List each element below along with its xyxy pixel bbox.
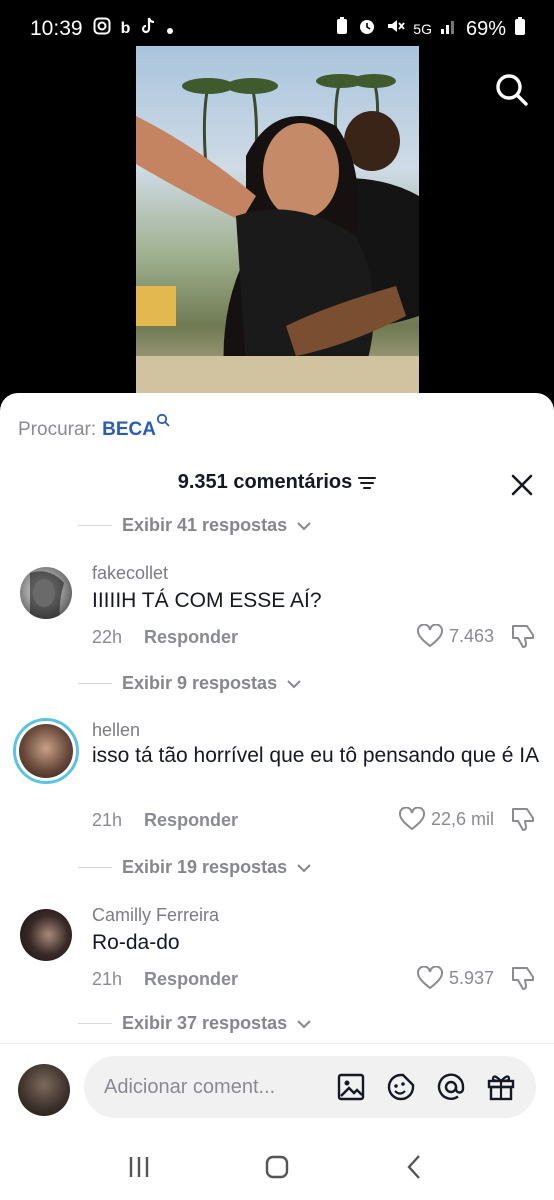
comment-input-placeholder[interactable]: Adicionar coment... [104, 1076, 336, 1099]
comment-input[interactable]: Adicionar coment... [84, 1056, 536, 1118]
thumbs-down-icon[interactable] [510, 623, 536, 649]
chevron-down-icon [297, 863, 311, 872]
comment-username[interactable]: fakecollet [92, 563, 168, 584]
video-player[interactable] [0, 46, 554, 398]
reply-button[interactable]: Responder [144, 969, 238, 990]
avatar[interactable] [20, 909, 72, 961]
view-replies-label: Exibir 41 respostas [122, 515, 288, 535]
view-replies-label: Exibir 19 respostas [122, 857, 288, 877]
comment-username[interactable]: hellen [92, 720, 140, 741]
signal-icon [440, 17, 458, 41]
mute-icon [385, 16, 405, 42]
recent-apps-icon[interactable] [125, 1153, 153, 1181]
like-count: 22,6 mil [430, 808, 494, 829]
view-replies-label: Exibir 37 respostas [122, 1013, 288, 1033]
comment-meta: 22h Responder [92, 627, 238, 648]
heart-icon[interactable] [398, 807, 425, 831]
divider-line [78, 1023, 112, 1024]
image-icon[interactable] [336, 1072, 366, 1102]
chevron-down-icon [287, 679, 301, 688]
search-suggestion-keyword[interactable]: BECA [102, 419, 156, 441]
like-count: 7.463 [448, 625, 494, 646]
heart-icon[interactable] [416, 966, 443, 990]
avatar-story-ring[interactable] [13, 718, 79, 784]
comment-age: 21h [92, 810, 123, 830]
home-icon[interactable] [263, 1153, 291, 1181]
divider-line [78, 683, 112, 684]
search-suggestion[interactable]: Procurar: BECA [18, 413, 176, 441]
avatar[interactable] [20, 567, 72, 619]
battery-icon [514, 16, 526, 42]
comments-header: 9.351 comentários [0, 471, 554, 501]
comment-input-bar: Adicionar coment... [0, 1043, 554, 1133]
comment-text: isso tá tão horrível que eu tô pensando … [92, 744, 540, 767]
back-icon[interactable] [401, 1153, 429, 1181]
sort-filter-icon[interactable] [358, 476, 377, 490]
comment-text: Ro-da-do [92, 931, 180, 954]
comment-actions: 7.463 [416, 623, 536, 649]
divider-line [78, 525, 112, 526]
network-type: 5G [413, 21, 432, 37]
status-bar-left: 10:39 b [30, 17, 174, 41]
tiktok-icon [140, 17, 156, 41]
comment-actions: 5.937 [416, 965, 536, 991]
avatar [19, 724, 73, 778]
comment-text: IIIIIH TÁ COM ESSE AÍ? [92, 589, 322, 612]
instagram-icon [93, 17, 111, 41]
view-replies-toggle[interactable]: Exibir 19 respostas [78, 857, 311, 878]
chevron-down-icon [297, 1019, 311, 1028]
comments-count-label: 9.351 comentários [177, 471, 353, 493]
sticker-icon[interactable] [386, 1072, 416, 1102]
close-icon[interactable] [510, 473, 534, 497]
comment-username[interactable]: Camilly Ferreira [92, 905, 219, 926]
comment-meta: 21h Responder [92, 810, 238, 831]
comment-meta: 21h Responder [92, 969, 238, 990]
comments-count[interactable]: 9.351 comentários [178, 471, 377, 494]
view-replies-toggle[interactable]: Exibir 37 respostas [78, 1013, 311, 1034]
bing-icon: b [120, 20, 131, 37]
alarm-icon [357, 16, 377, 42]
like-count: 5.937 [448, 967, 494, 988]
dot-icon [166, 18, 174, 41]
search-icon[interactable] [492, 70, 532, 110]
reply-button[interactable]: Responder [144, 810, 238, 831]
thumbs-down-icon[interactable] [510, 965, 536, 991]
comment-age: 22h [92, 627, 123, 647]
reply-button[interactable]: Responder [144, 627, 238, 648]
divider-line [78, 867, 112, 868]
video-thumbnail[interactable] [136, 46, 419, 396]
mini-search-icon [156, 413, 176, 441]
system-nav-bar [0, 1133, 554, 1200]
comment-age: 21h [92, 969, 123, 989]
mention-icon[interactable] [436, 1072, 466, 1102]
status-time: 10:39 [30, 17, 83, 40]
battery-text: 69% [465, 17, 506, 40]
view-replies-toggle[interactable]: Exibir 41 respostas [78, 515, 311, 536]
search-suggestion-label: Procurar: [18, 419, 97, 440]
view-replies-label: Exibir 9 respostas [122, 673, 278, 693]
thumbs-down-icon[interactable] [510, 806, 536, 832]
battery-saver-icon [335, 16, 349, 42]
view-replies-toggle[interactable]: Exibir 9 respostas [78, 673, 301, 694]
heart-icon[interactable] [416, 624, 443, 648]
status-bar-right: 5G 69% [335, 16, 526, 42]
chevron-down-icon [297, 521, 311, 530]
gift-icon[interactable] [486, 1072, 516, 1102]
comment-actions: 22,6 mil [398, 806, 536, 832]
avatar[interactable] [18, 1064, 70, 1116]
